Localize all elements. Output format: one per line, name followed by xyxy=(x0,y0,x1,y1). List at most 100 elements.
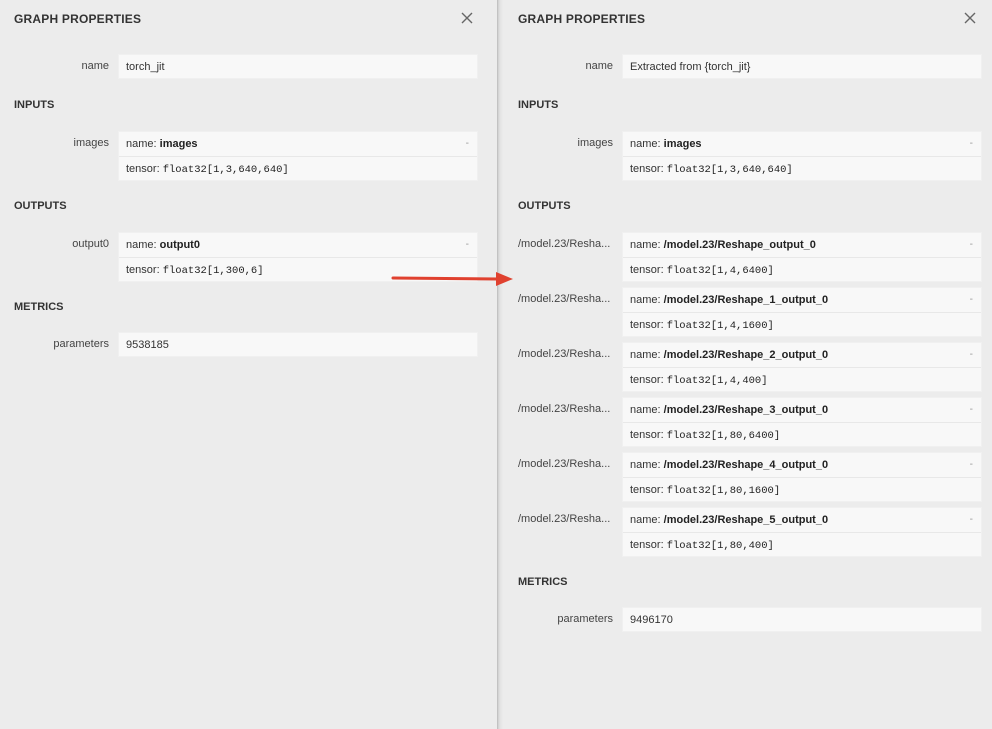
name-prefix: name: xyxy=(630,239,661,251)
input-tensor-value: float32[1,3,640,640] xyxy=(162,164,289,176)
output-tensor-line: tensor: float32[1,4,1600] xyxy=(623,312,981,336)
expand-toggle[interactable]: - xyxy=(970,343,973,367)
parameters-label: parameters xyxy=(53,338,109,350)
graph-name-field[interactable]: Extracted from {torch_jit} xyxy=(622,54,982,79)
tensor-prefix: tensor: xyxy=(630,264,664,276)
output-field[interactable]: name: /model.23/Reshape_output_0 - tenso… xyxy=(622,232,982,282)
output-tensor-value: float32[1,300,6] xyxy=(162,265,264,277)
metrics-section-title: METRICS xyxy=(518,576,568,588)
graph-properties-panel-right: GRAPH PROPERTIES name Extracted from {to… xyxy=(503,0,992,729)
expand-toggle[interactable]: - xyxy=(970,398,973,422)
output-field[interactable]: name: /model.23/Reshape_2_output_0 - ten… xyxy=(622,342,982,392)
panel-title: GRAPH PROPERTIES xyxy=(14,12,142,26)
output-tensor-line: tensor: float32[1,4,400] xyxy=(623,367,981,391)
metrics-section-title: METRICS xyxy=(14,301,64,313)
output-label: /model.23/Resha... xyxy=(518,513,610,525)
name-prefix: name: xyxy=(630,294,661,306)
input-name-line: name: images - xyxy=(119,132,477,156)
output-name-line: name: /model.23/Reshape_output_0 - xyxy=(623,233,981,257)
output-name-value: output0 xyxy=(159,239,200,251)
name-prefix: name: xyxy=(630,138,661,150)
tensor-prefix: tensor: xyxy=(630,163,664,175)
input-label: images xyxy=(73,137,109,149)
graph-properties-panel-left: GRAPH PROPERTIES name torch_jit INPUTS i… xyxy=(0,0,497,729)
name-prefix: name: xyxy=(630,349,661,361)
tensor-prefix: tensor: xyxy=(630,539,664,551)
output-tensor-value: float32[1,80,1600] xyxy=(666,485,781,497)
expand-toggle[interactable]: - xyxy=(970,233,973,257)
output-tensor-line: tensor: float32[1,80,400] xyxy=(623,532,981,556)
tensor-prefix: tensor: xyxy=(630,429,664,441)
output-field[interactable]: name: /model.23/Reshape_1_output_0 - ten… xyxy=(622,287,982,337)
output-name-line: name: /model.23/Reshape_2_output_0 - xyxy=(623,343,981,367)
input-images-field[interactable]: name: images - tensor: float32[1,3,640,6… xyxy=(118,131,478,181)
outputs-section-title: OUTPUTS xyxy=(14,200,67,212)
name-label: name xyxy=(81,60,109,72)
output-tensor-line: tensor: float32[1,4,6400] xyxy=(623,257,981,281)
parameters-label: parameters xyxy=(557,613,613,625)
input-tensor-line: tensor: float32[1,3,640,640] xyxy=(623,156,981,180)
close-icon[interactable] xyxy=(459,10,475,26)
output-label: /model.23/Resha... xyxy=(518,293,610,305)
input-label: images xyxy=(577,137,613,149)
expand-toggle[interactable]: - xyxy=(466,233,469,257)
output-tensor-value: float32[1,4,1600] xyxy=(666,320,774,332)
input-tensor-value: float32[1,3,640,640] xyxy=(666,164,793,176)
output-field[interactable]: name: /model.23/Reshape_4_output_0 - ten… xyxy=(622,452,982,502)
output-name-value: /model.23/Reshape_3_output_0 xyxy=(663,404,829,416)
output-tensor-value: float32[1,4,6400] xyxy=(666,265,774,277)
input-name-line: name: images - xyxy=(623,132,981,156)
close-icon[interactable] xyxy=(962,10,978,26)
output-tensor-value: float32[1,80,6400] xyxy=(666,430,781,442)
inputs-section-title: INPUTS xyxy=(518,99,559,111)
graph-name-field[interactable]: torch_jit xyxy=(118,54,478,79)
inputs-section-title: INPUTS xyxy=(14,99,55,111)
tensor-prefix: tensor: xyxy=(630,484,664,496)
tensor-prefix: tensor: xyxy=(126,163,160,175)
outputs-section-title: OUTPUTS xyxy=(518,200,571,212)
input-name-value: images xyxy=(663,138,702,150)
output-label: /model.23/Resha... xyxy=(518,238,610,250)
expand-toggle[interactable]: - xyxy=(970,453,973,477)
output-tensor-value: float32[1,80,400] xyxy=(666,540,774,552)
name-prefix: name: xyxy=(630,459,661,471)
name-prefix: name: xyxy=(630,404,661,416)
output-label: output0 xyxy=(72,238,109,250)
output-tensor-line: tensor: float32[1,80,6400] xyxy=(623,422,981,446)
expand-toggle[interactable]: - xyxy=(970,132,973,156)
panel-title: GRAPH PROPERTIES xyxy=(518,12,646,26)
expand-toggle[interactable]: - xyxy=(970,288,973,312)
tensor-prefix: tensor: xyxy=(630,319,664,331)
output-name-line: name: /model.23/Reshape_5_output_0 - xyxy=(623,508,981,532)
name-prefix: name: xyxy=(126,138,157,150)
output-name-value: /model.23/Reshape_2_output_0 xyxy=(663,349,829,361)
parameters-field[interactable]: 9496170 xyxy=(622,607,982,632)
name-prefix: name: xyxy=(630,514,661,526)
output-tensor-value: float32[1,4,400] xyxy=(666,375,768,387)
arrow-right-icon xyxy=(390,268,516,293)
output-name-line: name: /model.23/Reshape_3_output_0 - xyxy=(623,398,981,422)
output-name-value: /model.23/Reshape_output_0 xyxy=(663,239,816,251)
parameters-field[interactable]: 9538185 xyxy=(118,332,478,357)
expand-toggle[interactable]: - xyxy=(970,508,973,532)
output-label: /model.23/Resha... xyxy=(518,458,610,470)
output-name-line: name: output0 - xyxy=(119,233,477,257)
input-images-field[interactable]: name: images - tensor: float32[1,3,640,6… xyxy=(622,131,982,181)
output-name-line: name: /model.23/Reshape_1_output_0 - xyxy=(623,288,981,312)
tensor-prefix: tensor: xyxy=(126,264,160,276)
name-label: name xyxy=(585,60,613,72)
output-name-value: /model.23/Reshape_5_output_0 xyxy=(663,514,829,526)
expand-toggle[interactable]: - xyxy=(466,132,469,156)
name-prefix: name: xyxy=(126,239,157,251)
output-label: /model.23/Resha... xyxy=(518,348,610,360)
output-field[interactable]: name: /model.23/Reshape_5_output_0 - ten… xyxy=(622,507,982,557)
output-tensor-line: tensor: float32[1,80,1600] xyxy=(623,477,981,501)
output-field[interactable]: name: /model.23/Reshape_3_output_0 - ten… xyxy=(622,397,982,447)
output-name-value: /model.23/Reshape_1_output_0 xyxy=(663,294,829,306)
output-name-value: /model.23/Reshape_4_output_0 xyxy=(663,459,829,471)
output-label: /model.23/Resha... xyxy=(518,403,610,415)
input-tensor-line: tensor: float32[1,3,640,640] xyxy=(119,156,477,180)
tensor-prefix: tensor: xyxy=(630,374,664,386)
input-name-value: images xyxy=(159,138,198,150)
output-name-line: name: /model.23/Reshape_4_output_0 - xyxy=(623,453,981,477)
